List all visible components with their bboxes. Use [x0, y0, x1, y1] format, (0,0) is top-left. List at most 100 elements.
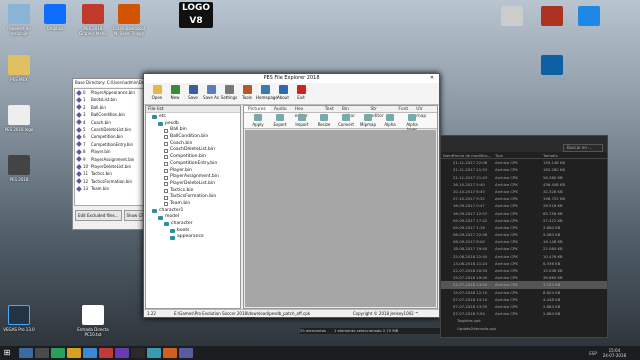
desktop-icon-vegas[interactable]: VEGAS Pro 13.0 [2, 305, 36, 332]
explorer-file-trophies[interactable]: Trophies.cpk [441, 317, 607, 324]
explorer-search-input[interactable]: Buscar en ... [563, 144, 603, 152]
tree-folder[interactable]: character1 [146, 208, 240, 215]
taskbar-app-icon[interactable] [67, 348, 81, 358]
list-item[interactable]: 25-08-2018 22:40 Archivo CPK 10.476 KB [441, 253, 607, 260]
tree-folder[interactable]: character [146, 221, 240, 228]
taskbar-app-icon[interactable] [99, 348, 113, 358]
desktop-icon-pes[interactable]: PES 2018 [2, 155, 36, 182]
col-type[interactable]: Tipo [495, 152, 543, 158]
tool-mipmap[interactable]: Mipmap [357, 113, 379, 128]
taskbar-app-icon[interactable] [51, 348, 65, 358]
file-tree[interactable]: etc pesdb Ball.bin BallCondition.bin Coach.b… [146, 113, 240, 241]
table-row[interactable]: 5 CoachDeleteList.bin [75, 126, 149, 133]
tree-file[interactable]: PlayerAssignment.bin [146, 174, 240, 181]
col-name[interactable]: Nombre [441, 152, 453, 158]
tree-folder[interactable]: model [146, 214, 240, 221]
start-button[interactable]: ⊞ [0, 346, 14, 360]
list-item[interactable]: 16-09-2017 0:47 Archivo CPK 26.516 KB [441, 202, 607, 209]
tab-font[interactable]: Font [394, 106, 412, 112]
explorer-file-update[interactable]: Update2decuela.cpk [441, 325, 607, 332]
close-icon[interactable]: ✕ [425, 74, 439, 83]
desktop-icon-dropbox[interactable]: Dropbox [38, 4, 72, 31]
table-row[interactable]: 8 Player.bin [75, 148, 149, 155]
tool-export[interactable]: Export [269, 113, 291, 128]
table-row[interactable]: 3 BallCondition.bin [75, 111, 149, 118]
list-item[interactable]: 07-07-2018 14:10 Archivo CPK 4.448 KB [441, 296, 607, 303]
list-item[interactable]: 09-09-2017 17:42 Archivo CPK 27.472 KB [441, 217, 607, 224]
desktop-icon-text[interactable]: Entrada Directa PC10.txt [76, 305, 110, 337]
desktop-icon-pes-mex[interactable]: PES MEX [2, 55, 36, 82]
desktop-icon-premiere[interactable] [495, 6, 529, 28]
list-item[interactable]: 20-10-2017 6:45 Archivo CPK 32.328 KB [441, 188, 607, 195]
tool-alpha-layer[interactable]: Alpha layer [401, 113, 423, 132]
tab-str-editor[interactable]: Str editor [366, 106, 394, 119]
taskbar-app-icon[interactable] [19, 348, 33, 358]
list-item[interactable]: 09-09-2017 1:16 Archivo CPK 3.860 KB [441, 224, 607, 231]
tree-file[interactable]: Competition.bin [146, 154, 240, 161]
file-list[interactable]: 0 PlayerAppearance.bin 1 BootsList.bin 2 Ball… [74, 88, 150, 206]
taskbar-app-icon[interactable] [35, 348, 49, 358]
taskbar-app-icon[interactable] [115, 348, 129, 358]
list-item[interactable]: 22-07-2018 20:54 Archivo CPK 15.048 KB [441, 267, 607, 274]
list-item[interactable]: 07-10-2017 9:32 Archivo CPK 196.752 KB [441, 195, 607, 202]
image-canvas[interactable] [245, 130, 436, 307]
tab-pictures[interactable]: Pictures [244, 106, 270, 112]
tab-uv-map[interactable]: UV map [412, 106, 437, 119]
list-item[interactable]: 07-07-2018 13:55 Archivo CPK 2.864 KB [441, 303, 607, 310]
table-row[interactable]: 1 BootsList.bin [75, 96, 149, 103]
toolbar-button-new[interactable]: New [166, 83, 184, 104]
table-row[interactable]: 9 PlayerAssignment.bin [75, 156, 149, 163]
table-row[interactable]: 6 Competition.bin [75, 133, 149, 140]
edit-excluded-button[interactable]: Edit Excluded files... [75, 210, 122, 221]
table-row[interactable]: 13 Team.bin [75, 185, 149, 192]
tree-folder[interactable]: appearance [146, 234, 240, 241]
list-item[interactable]: 18-08-2017 19:40 Archivo CPK 22.064 KB [441, 245, 607, 252]
tab-bin-editor[interactable]: Bin editor [338, 106, 367, 119]
tree-file[interactable]: BallCondition.bin [146, 134, 240, 141]
explorer-file-list[interactable]: 21-11-2017 22:08 Archivo CPK 159.148 KB 21-… [441, 159, 607, 317]
tree-file[interactable]: TacticsFormation.bin [146, 194, 240, 201]
list-item[interactable]: 06-09-2017 22:56 Archivo CPK 5.080 KB [441, 231, 607, 238]
tab-hex-editor[interactable]: Hex editor [291, 106, 321, 119]
tree-file[interactable]: Team.bin [146, 201, 240, 208]
tool-apply[interactable]: Apply [247, 113, 269, 128]
table-row[interactable]: 10 PlayerDeleteList.bin [75, 163, 149, 170]
toolbar-button-open[interactable]: Open [148, 83, 166, 104]
taskbar-app-icon[interactable] [179, 348, 193, 358]
toolbar-button-about[interactable]: About [274, 83, 292, 104]
col-date[interactable]: Fecha de modifica... [453, 152, 495, 158]
clock-date[interactable]: 24-07-2018 [603, 353, 626, 358]
toolbar-button-exit[interactable]: Exit [292, 83, 310, 104]
desktop-icon-pes-menu[interactable]: PES 2018 Graphic Menu [76, 4, 110, 36]
list-item[interactable]: 19-07-2018 12:10 Archivo CPK 8.624 KB [441, 289, 607, 296]
table-row[interactable]: 12 TacticsFormation.bin [75, 178, 149, 185]
desktop-icon-photoshop[interactable] [572, 6, 606, 28]
toolbar-button-settings[interactable]: Settings [220, 83, 238, 104]
taskbar-app-icon[interactable] [131, 348, 145, 358]
desktop-icon-crash[interactable]: Crash Bandicoot N. Sane Trilogy [112, 4, 146, 36]
col-size[interactable]: Tamaño [543, 152, 558, 158]
taskbar-app-icon[interactable] [147, 348, 161, 358]
tree-file[interactable]: PlayerDeleteList.bin [146, 181, 240, 188]
tool-import[interactable]: Import [291, 113, 313, 128]
taskbar-app-icon[interactable] [163, 348, 177, 358]
table-row[interactable]: 7 CompetitionEntry.bin [75, 141, 149, 148]
tool-convert[interactable]: Convert [335, 113, 357, 128]
tab-text[interactable]: Text [321, 106, 338, 112]
list-item[interactable]: 07-07-2018 3:54 Archivo CPK 2.864 KB [441, 310, 607, 317]
list-item[interactable]: 25-07-2018 19:00 Archivo CPK 36.660 KB [441, 274, 607, 281]
desktop-icon-recycle-bin[interactable]: Papelera de reciclaje [2, 4, 36, 36]
tree-folder[interactable]: etc [146, 114, 240, 121]
desktop-icon-marco[interactable] [535, 6, 569, 28]
list-item[interactable]: 06-09-2017 6:00 Archivo CPK 16.148 KB [441, 238, 607, 245]
language-indicator[interactable]: ESP [589, 351, 596, 356]
tool-resize[interactable]: Resize [313, 113, 335, 128]
tool-alpha[interactable]: Alpha [379, 113, 401, 128]
tree-file[interactable]: CompetitionEntry.bin [146, 161, 240, 168]
toolbar-button-tools[interactable]: Tools [238, 83, 256, 104]
list-item[interactable]: 24-07-2018 14:00 Archivo CPK 3.192 KB [441, 281, 607, 289]
table-row[interactable]: 2 Ball.bin [75, 104, 149, 111]
table-row[interactable]: 11 Tactics.bin [75, 170, 149, 177]
taskbar-app-icon[interactable] [83, 348, 97, 358]
list-item[interactable]: 21-11-2017 21:53 Archivo CPK 165.260 KB [441, 166, 607, 173]
